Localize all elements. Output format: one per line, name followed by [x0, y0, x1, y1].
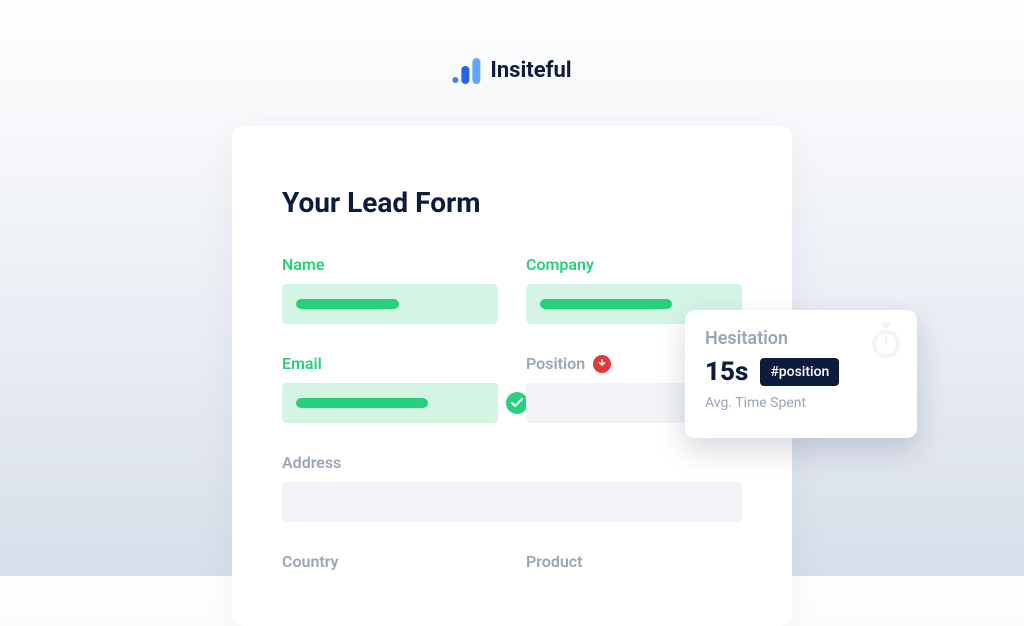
field-product: Product	[526, 552, 742, 581]
brand-mark-icon	[452, 56, 482, 84]
label-company: Company	[526, 255, 742, 274]
label-country: Country	[282, 552, 498, 571]
field-address: Address	[282, 453, 742, 522]
brand-logo: Insiteful	[452, 56, 571, 84]
form-title: Your Lead Form	[282, 186, 742, 219]
stopwatch-icon	[869, 322, 903, 364]
error-icon	[593, 355, 611, 373]
fill-bar	[540, 299, 672, 309]
label-product: Product	[526, 552, 742, 571]
tooltip-value: 15s	[705, 357, 748, 387]
check-icon	[506, 392, 528, 414]
label-name: Name	[282, 255, 498, 274]
fill-bar	[296, 398, 428, 408]
label-email: Email	[282, 354, 498, 373]
input-name[interactable]	[282, 284, 498, 324]
field-email: Email	[282, 354, 498, 423]
field-country: Country	[282, 552, 498, 581]
brand-name: Insiteful	[490, 58, 571, 83]
label-position-text: Position	[526, 354, 585, 373]
hesitation-tooltip: Hesitation 15s #position Avg. Time Spent	[685, 310, 917, 438]
tooltip-selector-chip: #position	[760, 358, 839, 386]
field-name: Name	[282, 255, 498, 324]
input-email[interactable]	[282, 383, 498, 423]
label-address: Address	[282, 453, 742, 472]
fill-bar	[296, 299, 399, 309]
tooltip-subtext: Avg. Time Spent	[705, 395, 897, 411]
input-address[interactable]	[282, 482, 742, 522]
